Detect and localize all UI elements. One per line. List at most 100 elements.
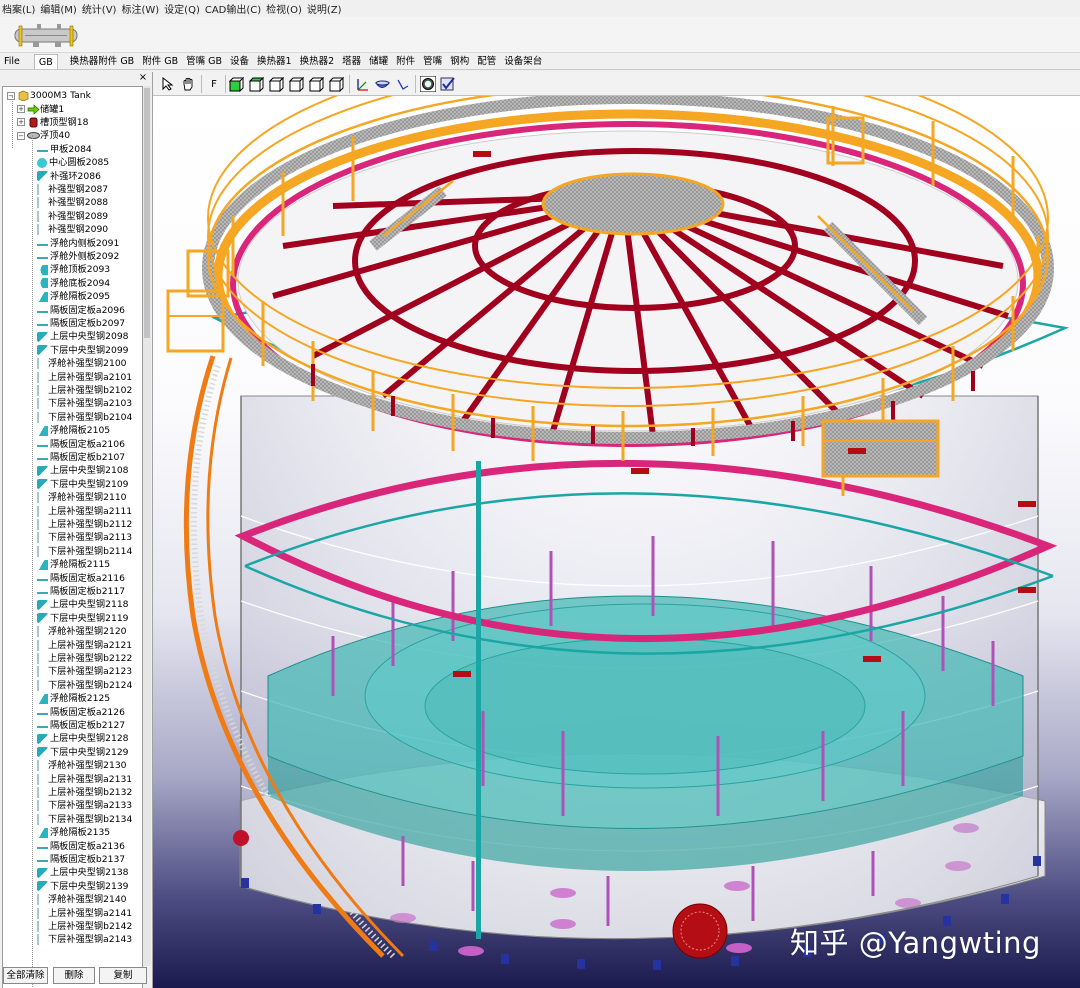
tree-node-component[interactable]: 上层中央型钢2118 <box>37 598 129 611</box>
tree-node-component[interactable]: 浮舱隔板2115 <box>37 558 110 571</box>
tree-node-component[interactable]: 下层中央型钢2109 <box>37 478 129 491</box>
category-tab[interactable]: 附件 <box>392 54 419 69</box>
tree-node-component[interactable]: 补强环2086 <box>37 169 101 182</box>
shade-bowl-icon[interactable] <box>373 75 391 93</box>
delete-button[interactable]: 删除 <box>53 967 95 984</box>
view-bottom-icon[interactable] <box>327 75 345 93</box>
category-tab[interactable]: 钢构 <box>446 54 473 69</box>
tree-node-component[interactable]: 下层中央型钢2119 <box>37 612 129 625</box>
tree-root-tank[interactable]: − 3000M3 Tank <box>7 89 91 102</box>
tree-node-component[interactable]: 浮舱补强型钢2140 <box>37 893 127 906</box>
copy-button[interactable]: 复制 <box>99 967 147 984</box>
tree-node-component[interactable]: 下层中央型钢2099 <box>37 344 129 357</box>
view-back-icon[interactable] <box>307 75 325 93</box>
tree-node-component[interactable]: 隔板固定板a2136 <box>37 839 125 852</box>
menu-item[interactable]: 档案(L) <box>2 1 40 16</box>
category-tab[interactable]: 储罐 <box>365 54 392 69</box>
category-tab[interactable]: 管嘴 <box>419 54 446 69</box>
tree-node-component[interactable]: 下层补强型钢a2103 <box>37 397 132 410</box>
tree-node-component[interactable]: 补强型钢2087 <box>37 183 108 196</box>
tree-node-component[interactable]: 上层中央型钢2108 <box>37 464 129 477</box>
category-tab[interactable]: 配管 <box>473 54 500 69</box>
tree-node-component[interactable]: 隔板固定板b2127 <box>37 719 125 732</box>
tree-node-component[interactable]: 上层中央型钢2098 <box>37 330 129 343</box>
tree-node-component[interactable]: 隔板固定板a2096 <box>37 303 125 316</box>
tree-node-component[interactable]: 上层补强型钢b2102 <box>37 384 132 397</box>
tree-node-component[interactable]: 浮舱补强型钢2110 <box>37 491 127 504</box>
tree-node-component[interactable]: 浮舱隔板2105 <box>37 424 110 437</box>
expand-toggle-icon[interactable]: − <box>17 131 25 140</box>
select-arrow-icon[interactable] <box>159 75 177 93</box>
menu-item[interactable]: 统计(V) <box>82 1 122 16</box>
tree-node-component[interactable]: 浮舱隔板2095 <box>37 290 110 303</box>
close-icon[interactable]: × <box>138 72 148 84</box>
tree-node-component[interactable]: 浮舱补强型钢2120 <box>37 625 127 638</box>
tree-node-component[interactable]: 下层补强型钢b2104 <box>37 411 132 424</box>
pan-hand-icon[interactable] <box>179 75 197 93</box>
3d-viewport[interactable]: 知乎 @Yangwting <box>153 96 1080 988</box>
tree-node-component[interactable]: 下层补强型钢a2123 <box>37 665 132 678</box>
heat-exchanger-button[interactable] <box>6 21 84 49</box>
category-tab[interactable]: GB <box>33 53 58 69</box>
tree-node-component[interactable]: 上层补强型钢a2141 <box>37 906 132 919</box>
tree-node-component[interactable]: 浮舱内侧板2091 <box>37 236 119 249</box>
tree-node-component[interactable]: 上层补强型钢a2101 <box>37 370 132 383</box>
tree-node-component[interactable]: 上层补强型钢b2122 <box>37 652 132 665</box>
menu-item[interactable]: 标注(W) <box>121 1 164 16</box>
tree-node-component[interactable]: 补强型钢2090 <box>37 223 108 236</box>
category-tab[interactable]: 设备架台 <box>500 54 546 69</box>
tree-node-component[interactable]: 浮舱补强型钢2130 <box>37 759 127 772</box>
tree-node-component[interactable]: 隔板固定板b2137 <box>37 853 125 866</box>
tree-node-component[interactable]: 下层补强型钢b2134 <box>37 813 132 826</box>
tree-node-component[interactable]: 补强型钢2089 <box>37 210 108 223</box>
menu-item[interactable]: 检视(O) <box>266 1 307 16</box>
scrollbar-thumb[interactable] <box>144 88 150 338</box>
view-front-icon[interactable] <box>227 75 245 93</box>
view-top-icon[interactable] <box>247 75 265 93</box>
tree-node-component[interactable]: 浮舱底板2094 <box>37 277 110 290</box>
tree-node-component[interactable]: 下层补强型钢a2113 <box>37 531 132 544</box>
tree-node-component[interactable]: 隔板固定板a2106 <box>37 437 125 450</box>
structure-tree[interactable]: − 3000M3 Tank + 储罐1 + 槽顶型钢18 − 浮顶40 甲板2084 中心圆板20… <box>2 86 143 988</box>
tree-node-component[interactable]: 下层补强型钢b2124 <box>37 679 132 692</box>
view-right-icon[interactable] <box>267 75 285 93</box>
tree-node-component[interactable]: 浮舱补强型钢2100 <box>37 357 127 370</box>
tree-node-component[interactable]: 上层补强型钢b2132 <box>37 786 132 799</box>
category-tab[interactable]: 换热器附件 GB <box>66 54 138 69</box>
tree-node-component[interactable]: 上层补强型钢b2142 <box>37 920 132 933</box>
category-tab[interactable]: 管嘴 GB <box>182 54 226 69</box>
tree-node-component[interactable]: 隔板固定板b2097 <box>37 317 125 330</box>
category-tab[interactable]: 附件 GB <box>138 54 182 69</box>
tree-node-component[interactable]: 甲板2084 <box>37 143 92 156</box>
tree-node-storage-tank[interactable]: + 储罐1 <box>17 102 64 115</box>
tree-node-component[interactable]: 隔板固定板a2126 <box>37 705 125 718</box>
menu-item[interactable]: 编辑(M) <box>40 1 81 16</box>
check-icon[interactable] <box>439 75 457 93</box>
category-tab[interactable]: 换热器2 <box>296 54 339 69</box>
tree-node-component[interactable]: 浮舱外侧板2092 <box>37 250 119 263</box>
tree-node-component[interactable]: 下层补强型钢b2114 <box>37 545 132 558</box>
render-sphere-icon[interactable] <box>419 75 437 93</box>
tree-node-component[interactable]: 隔板固定板b2107 <box>37 451 125 464</box>
tree-node-component[interactable]: 上层中央型钢2138 <box>37 866 129 879</box>
clear-all-button[interactable]: 全部清除 <box>3 967 48 984</box>
expand-toggle-icon[interactable]: + <box>17 118 25 127</box>
tree-node-component[interactable]: 下层补强型钢a2133 <box>37 799 132 812</box>
angle-icon[interactable] <box>393 75 411 93</box>
axis-icon[interactable] <box>353 75 371 93</box>
tree-node-component[interactable]: 浮舱隔板2135 <box>37 826 110 839</box>
tree-scrollbar[interactable] <box>143 86 151 966</box>
tree-node-floating-roof[interactable]: − 浮顶40 <box>17 129 70 142</box>
tree-node-component[interactable]: 上层补强型钢a2131 <box>37 772 132 785</box>
fit-view-button[interactable]: F <box>205 75 223 93</box>
tree-node-component[interactable]: 中心圆板2085 <box>37 156 109 169</box>
menu-item[interactable]: 设定(Q) <box>164 1 205 16</box>
tree-node-component[interactable]: 浮舱顶板2093 <box>37 263 110 276</box>
menu-item[interactable]: CAD输出(C) <box>205 1 266 16</box>
tree-node-component[interactable]: 浮舱隔板2125 <box>37 692 110 705</box>
tree-node-component[interactable]: 上层中央型钢2128 <box>37 732 129 745</box>
expand-toggle-icon[interactable]: − <box>7 91 15 100</box>
tree-node-component[interactable]: 上层补强型钢a2111 <box>37 504 132 517</box>
category-tab[interactable]: 设备 <box>226 54 253 69</box>
expand-toggle-icon[interactable]: + <box>17 105 25 114</box>
